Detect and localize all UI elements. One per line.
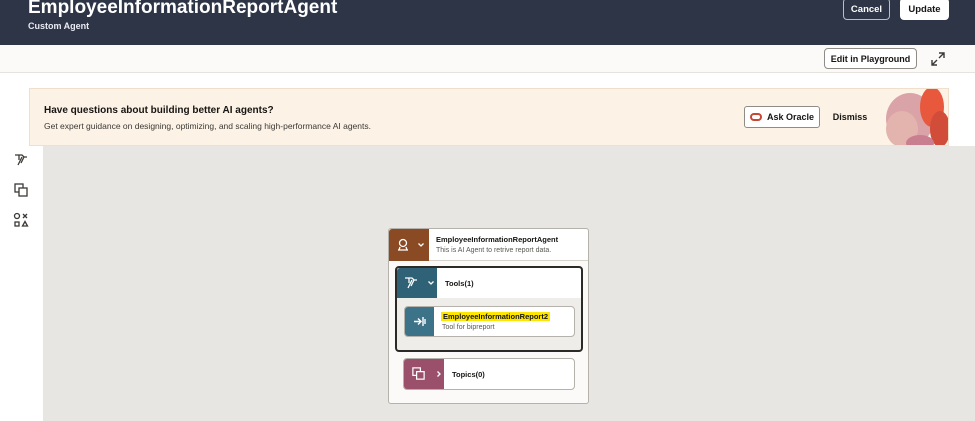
agent-description: This is AI Agent to retrive report data. [436, 247, 552, 254]
ask-oracle-button[interactable]: Ask Oracle [744, 106, 820, 128]
expand-icon[interactable] [930, 51, 946, 67]
tools-icon-block [397, 268, 437, 298]
tool-item[interactable]: EmployeeInformationReport2 Tool for bipr… [404, 306, 575, 337]
topics-icon [412, 367, 425, 380]
agent-icon-block [389, 229, 429, 261]
left-rail [0, 146, 43, 421]
oracle-logo-icon [749, 113, 762, 121]
topics-icon-block [404, 359, 444, 389]
tools-icon [405, 277, 417, 289]
ask-oracle-label: Ask Oracle [766, 112, 815, 122]
agent-node[interactable]: EmployeeInformationReportAgent This is A… [388, 228, 589, 404]
update-button[interactable]: Update [900, 0, 949, 20]
topics-group[interactable]: Topics(0) [403, 358, 575, 390]
tools-icon[interactable] [12, 151, 30, 169]
banner-title: Have questions about building better AI … [44, 105, 274, 116]
edit-in-playground-button[interactable]: Edit in Playground [824, 48, 917, 69]
topics-icon[interactable] [12, 181, 30, 199]
banner-decoration [886, 89, 948, 145]
help-banner: Have questions about building better AI … [29, 88, 949, 146]
shapes-icon[interactable] [12, 211, 30, 229]
agent-icon [398, 238, 408, 251]
page-title: EmployeeInformationReportAgent [28, 0, 338, 18]
dismiss-button[interactable]: Dismiss [826, 106, 874, 128]
tool-name: EmployeeInformationReport2 [441, 312, 551, 321]
topics-label: Topics(0) [452, 370, 485, 379]
tools-group[interactable]: Tools(1) EmployeeInformationReport2 Tool… [395, 266, 583, 352]
chevron-right-icon[interactable] [435, 370, 443, 378]
toolbar: Edit in Playground [0, 45, 975, 73]
page-header: EmployeeInformationReportAgent Custom Ag… [0, 0, 975, 45]
tools-label: Tools(1) [445, 279, 474, 288]
tool-description: Tool for bipreport [442, 324, 495, 331]
tool-icon-block [405, 307, 434, 336]
chevron-down-icon[interactable] [427, 279, 435, 287]
agent-name: EmployeeInformationReportAgent [436, 235, 559, 244]
banner-text: Get expert guidance on designing, optimi… [44, 121, 371, 131]
cancel-button[interactable]: Cancel [843, 0, 890, 20]
page-subtitle: Custom Agent [28, 21, 90, 31]
api-tool-icon [414, 317, 426, 326]
agent-node-header[interactable]: EmployeeInformationReportAgent This is A… [389, 229, 588, 261]
chevron-down-icon[interactable] [417, 241, 425, 249]
tools-group-header[interactable]: Tools(1) [397, 268, 581, 298]
